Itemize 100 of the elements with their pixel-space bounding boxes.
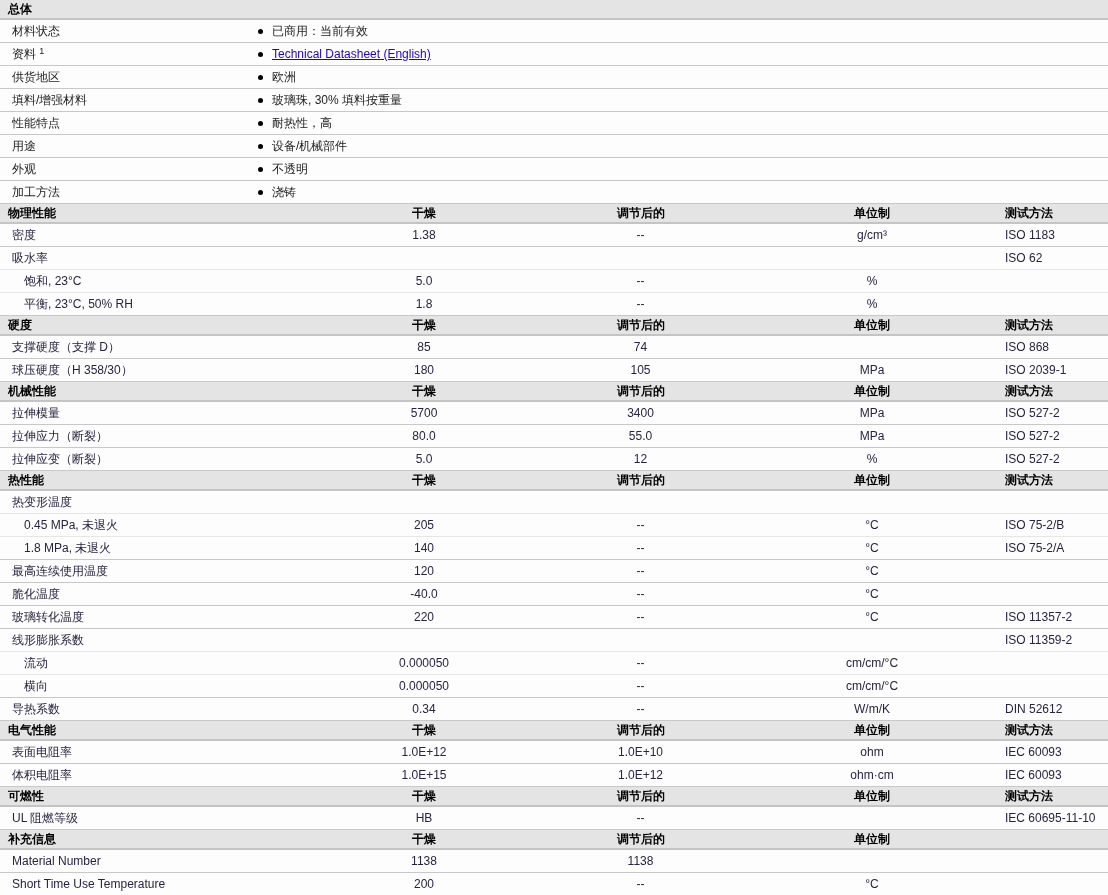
table-cell-text: MPa xyxy=(858,362,886,379)
bullet-icon xyxy=(258,28,263,34)
table-cell-text: -- xyxy=(635,540,646,557)
table-cell-text: -40.0 xyxy=(409,586,439,603)
table-cell-text: ISO 527-2 xyxy=(1004,451,1061,468)
column-header: 干燥 xyxy=(411,722,437,739)
property-label: Short Time Use Temperature xyxy=(11,876,167,893)
column-header: 测试方法 xyxy=(1004,788,1054,805)
column-header: 单位制 xyxy=(853,472,891,489)
property-value: 欧洲 xyxy=(272,69,296,86)
table-cell-text: IEC 60093 xyxy=(1004,767,1063,784)
table-cell-text: -- xyxy=(635,609,646,626)
table-cell-text: -- xyxy=(635,655,646,672)
table-cell-text: MPa xyxy=(858,405,886,422)
table-cell-text: 1.0E+12 xyxy=(400,744,448,761)
property-label: 玻璃转化温度 xyxy=(11,609,85,626)
property-label: 拉伸模量 xyxy=(11,405,61,422)
column-header: 干燥 xyxy=(411,383,437,400)
table-cell-text: MPa xyxy=(858,428,886,445)
table-cell-text: 1138 xyxy=(626,853,655,870)
property-value: 浇铸 xyxy=(272,184,296,201)
table-cell-text: 1.38 xyxy=(411,227,437,244)
column-header: 单位制 xyxy=(853,831,891,848)
section-title: 硬度 xyxy=(7,317,33,334)
table-cell-text: °C xyxy=(864,517,880,534)
table-cell-text: ISO 868 xyxy=(1004,339,1051,356)
property-label: 性能特点 xyxy=(11,115,61,132)
bullet-icon xyxy=(258,166,263,172)
table-cell-text: 120 xyxy=(413,563,435,580)
table-cell-text: IEC 60093 xyxy=(1004,744,1063,761)
property-label: 表面电阻率 xyxy=(11,744,73,761)
table-cell-text: ISO 11359-2 xyxy=(1004,632,1074,649)
property-label: 流动 xyxy=(23,655,49,672)
section-title: 可燃性 xyxy=(7,788,45,805)
table-cell-text: ohm·cm xyxy=(849,767,895,784)
table-cell-text: 140 xyxy=(413,540,435,557)
column-header: 单位制 xyxy=(853,205,891,222)
table-cell-text: ohm xyxy=(859,744,885,761)
table-cell-text: -- xyxy=(635,701,646,718)
property-label: 填料/增强材料 xyxy=(11,92,89,109)
table-cell-text: 200 xyxy=(413,876,435,893)
column-header: 测试方法 xyxy=(1004,205,1054,222)
table-cell-text: 5700 xyxy=(409,405,439,422)
property-label: Material Number xyxy=(11,853,102,870)
table-cell-text: °C xyxy=(864,586,880,603)
property-label: 材料状态 xyxy=(11,23,61,40)
property-label: 横向 xyxy=(23,678,49,695)
column-header: 单位制 xyxy=(853,317,891,334)
table-cell-text: 5.0 xyxy=(414,451,434,468)
property-label: 饱和, 23°C xyxy=(23,273,83,290)
table-cell-text: -- xyxy=(635,810,646,827)
section-title: 总体 xyxy=(6,1,33,18)
table-cell-text: % xyxy=(865,273,879,290)
bullet-icon xyxy=(258,143,263,149)
property-label: 支撑硬度（支撑 D） xyxy=(11,339,121,356)
column-header: 干燥 xyxy=(411,472,437,489)
column-header: 调节后的 xyxy=(615,472,666,489)
property-label: 平衡, 23°C, 50% RH xyxy=(23,296,134,313)
table-cell-text: °C xyxy=(864,540,880,557)
table-cell-text: -- xyxy=(635,586,646,603)
column-header: 调节后的 xyxy=(615,383,666,400)
section-title: 补充信息 xyxy=(7,831,57,848)
column-header: 干燥 xyxy=(411,317,437,334)
table-cell-text: % xyxy=(865,451,879,468)
table-cell-text: 12 xyxy=(632,451,649,468)
bullet-icon xyxy=(258,120,263,126)
table-cell-text: 1.0E+15 xyxy=(400,767,448,784)
property-label: 脆化温度 xyxy=(11,586,61,603)
table-cell-text: °C xyxy=(864,609,880,626)
table-cell-text: -- xyxy=(635,273,646,290)
column-header: 测试方法 xyxy=(1004,317,1054,334)
datasheet-link[interactable]: Technical Datasheet (English) xyxy=(272,45,431,63)
table-cell-text: g/cm³ xyxy=(856,227,888,244)
column-header: 单位制 xyxy=(853,788,891,805)
column-header: 干燥 xyxy=(411,831,437,848)
section-title: 物理性能 xyxy=(7,205,57,222)
table-cell-text: 1.8 xyxy=(414,296,434,313)
bullet-icon xyxy=(258,74,263,80)
table-cell-text: ISO 62 xyxy=(1004,250,1044,267)
column-header: 调节后的 xyxy=(615,722,666,739)
table-cell-text: 0.000050 xyxy=(397,678,451,695)
table-cell-text: -- xyxy=(635,678,646,695)
property-label: 最高连续使用温度 xyxy=(11,563,109,580)
bullet-icon xyxy=(258,189,263,195)
property-label: UL 阻燃等级 xyxy=(11,810,80,827)
column-header: 干燥 xyxy=(411,788,437,805)
table-cell-text: -- xyxy=(635,517,646,534)
table-cell-text: 74 xyxy=(632,339,649,356)
column-header: 调节后的 xyxy=(615,317,666,334)
table-cell-text: ISO 2039-1 xyxy=(1004,362,1068,379)
table-cell-text: 80.0 xyxy=(411,428,437,445)
property-label: 外观 xyxy=(11,161,37,178)
property-label: 体积电阻率 xyxy=(11,767,73,784)
table-cell-text: -- xyxy=(635,227,646,244)
property-label: 拉伸应力（断裂） xyxy=(11,428,109,445)
column-header: 测试方法 xyxy=(1004,472,1054,489)
table-cell-text: °C xyxy=(864,563,880,580)
property-value: 已商用：当前有效 xyxy=(272,23,368,40)
column-header: 单位制 xyxy=(853,722,891,739)
table-cell-text: ISO 75-2/A xyxy=(1004,540,1066,557)
